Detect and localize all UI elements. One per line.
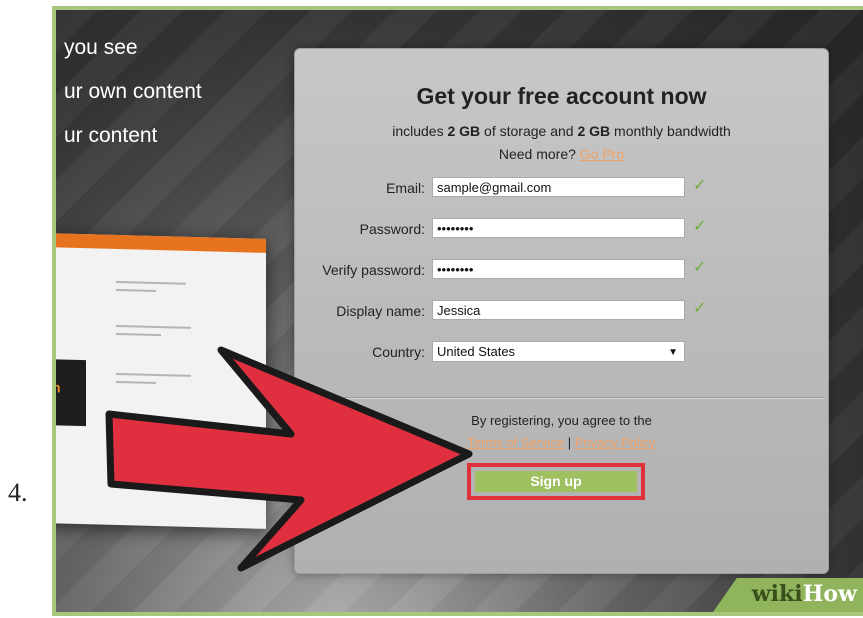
signup-highlight-box: Sign up [467,463,645,500]
promo-line-1: you see [64,36,138,59]
go-pro-link[interactable]: Go Pro [580,146,624,162]
thumbnail-text-line [116,324,191,329]
watermark-wiki: wiki [751,581,803,607]
email-label: Email: [386,180,425,196]
password-field[interactable]: •••••••• [432,218,685,238]
terms-of-service-link[interactable]: Terms of Service [467,435,564,450]
thumbnail-side-text: n [56,379,61,396]
check-icon: ✓ [693,259,707,276]
thumbnail-orange-bar [56,233,266,253]
wikihow-watermark: wikiHow [752,581,857,607]
thumbnail-dark-panel: n [56,359,86,427]
page-background: you see ur own content ur content n Get … [56,10,863,612]
verify-password-label: Verify password: [322,262,425,278]
verify-password-row: Verify password: •••••••• ✓ [295,259,828,281]
step-number: 4. [8,478,28,507]
plan-text: includes [392,123,448,139]
triangle-down-icon: ▼ [668,347,678,358]
promo-line-2: ur own content [64,80,202,103]
screenshot-frame: you see ur own content ur content n Get … [52,6,863,616]
red-arrow-icon [105,346,473,572]
promo-line-3: ur content [64,124,158,147]
display-name-label: Display name: [336,303,425,319]
thumbnail-text-line [116,280,186,285]
email-row: Email: sample@gmail.com ✓ [295,177,828,199]
plan-text: monthly bandwidth [610,123,731,139]
verify-password-field[interactable]: •••••••• [432,259,685,279]
watermark-how: How [802,581,857,607]
check-icon: ✓ [693,177,707,194]
password-row: Password: •••••••• ✓ [295,218,828,240]
need-more-line: Need more? Go Pro [295,146,828,162]
password-label: Password: [359,221,425,237]
plan-text: of storage and [480,123,578,139]
privacy-policy-link[interactable]: Privacy Policy [575,435,656,450]
display-name-field[interactable]: Jessica [432,300,685,320]
plan-description: includes 2 GB of storage and 2 GB monthl… [295,123,828,139]
legal-separator: | [567,435,572,450]
signup-button[interactable]: Sign up [475,471,637,492]
form-title: Get your free account now [416,83,707,109]
need-more-text: Need more? [498,146,576,162]
email-field[interactable]: sample@gmail.com [432,177,685,197]
bandwidth-amount: 2 GB [577,123,611,139]
thumbnail-text-line [116,288,156,292]
check-icon: ✓ [693,300,707,317]
check-icon: ✓ [693,218,707,235]
display-name-row: Display name: Jessica ✓ [295,300,828,322]
storage-amount: 2 GB [447,123,481,139]
